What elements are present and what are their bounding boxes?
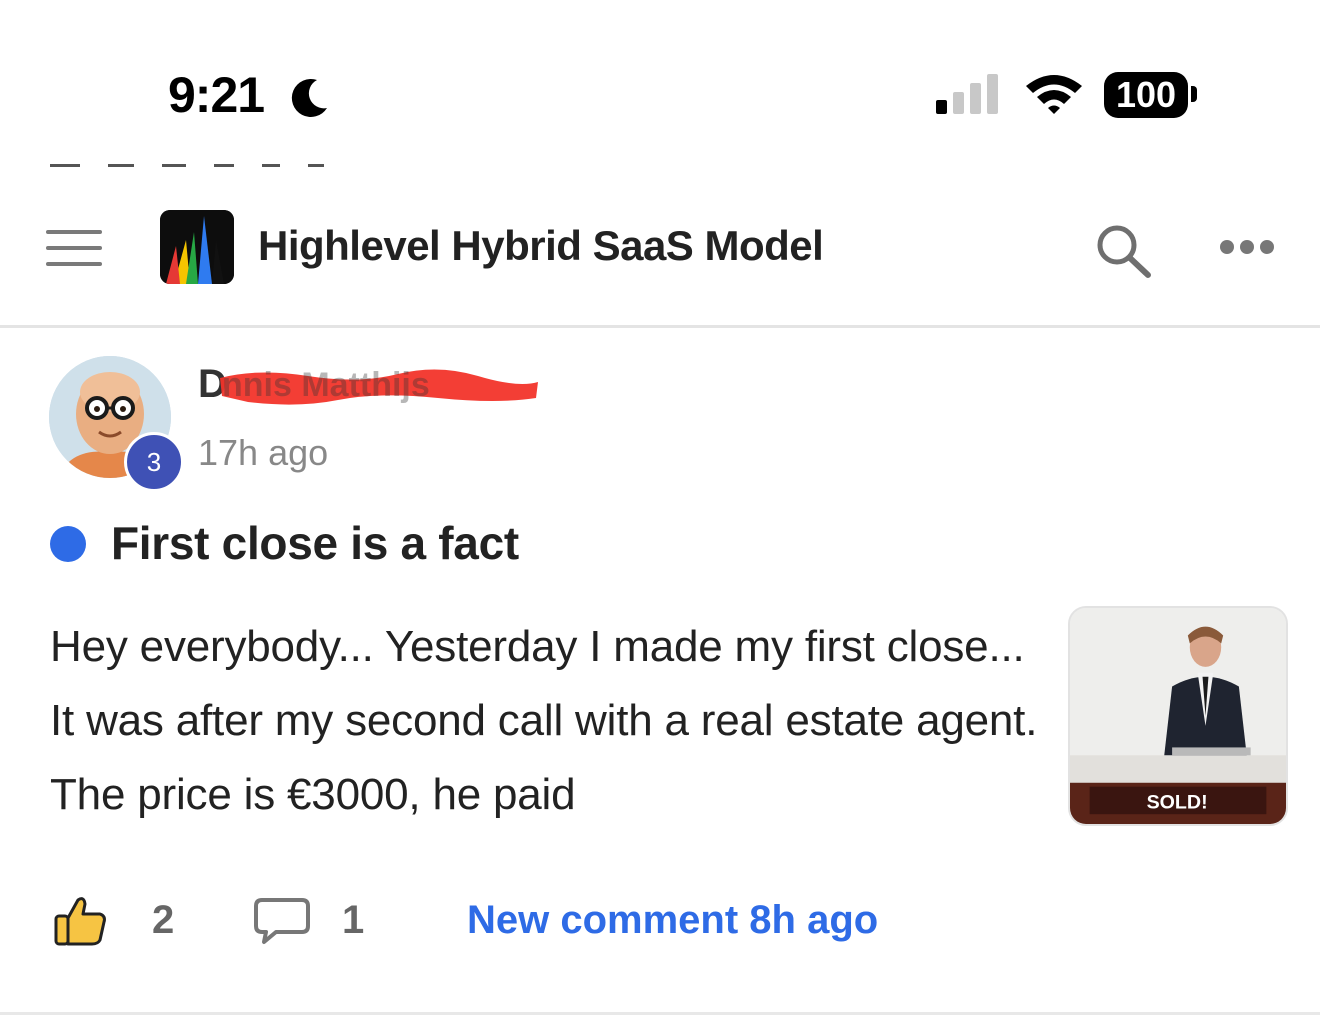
- signal-icon: [936, 74, 998, 114]
- search-icon[interactable]: [1094, 222, 1152, 278]
- status-time: 9:21: [168, 67, 265, 123]
- post-timestamp: 17h ago: [198, 432, 329, 473]
- wifi-icon: [1026, 75, 1082, 114]
- post-divider: [0, 1012, 1320, 1015]
- post-title[interactable]: First close is a fact: [111, 516, 519, 570]
- header-divider: [0, 325, 1320, 328]
- battery-icon: 100: [1104, 72, 1188, 118]
- more-icon[interactable]: [1220, 240, 1274, 256]
- comment-icon[interactable]: [252, 896, 312, 946]
- moon-icon: [291, 78, 327, 117]
- post-thumbnail[interactable]: SOLD!: [1068, 606, 1288, 826]
- svg-text:SOLD!: SOLD!: [1147, 791, 1208, 813]
- author-name-redaction: nnis Matthijs: [220, 368, 538, 405]
- like-count: 2: [152, 898, 175, 942]
- app-title: Highlevel Hybrid SaaS Model: [258, 222, 824, 269]
- level-badge: 3: [124, 432, 184, 492]
- post-body[interactable]: Hey everybody... Yesterday I made my fir…: [50, 610, 1050, 832]
- svg-text:nnis Matthijs: nnis Matthijs: [222, 368, 430, 404]
- new-comment-link[interactable]: New comment 8h ago: [467, 898, 878, 943]
- battery-tip: [1191, 86, 1197, 102]
- thumbs-up-icon[interactable]: [52, 892, 108, 948]
- comment-count: 1: [342, 898, 365, 942]
- unread-indicator: [50, 526, 86, 562]
- menu-icon[interactable]: [46, 228, 102, 268]
- cut-off-text: [50, 164, 380, 170]
- app-logo-icon: [160, 210, 234, 284]
